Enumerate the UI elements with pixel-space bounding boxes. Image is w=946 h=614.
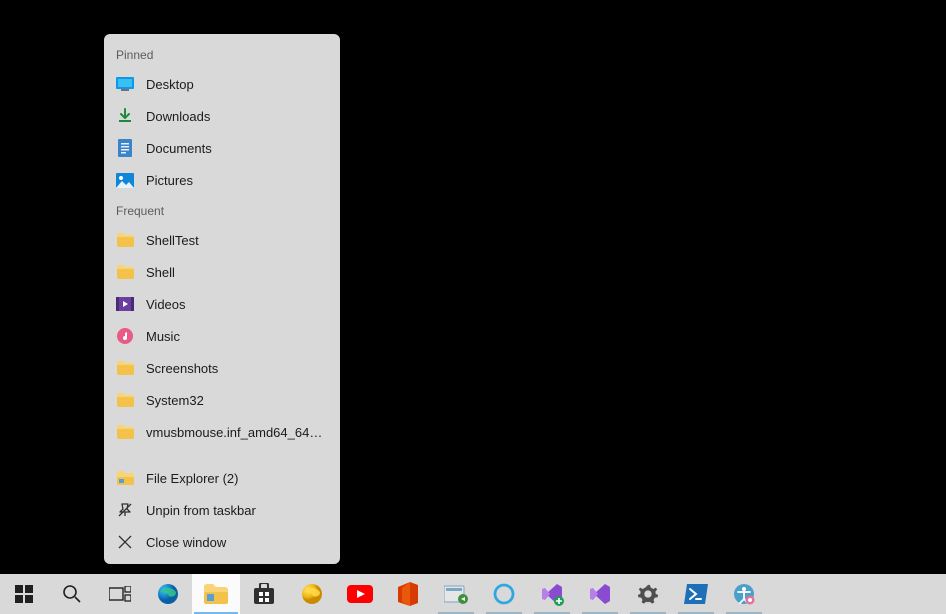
action-close-window[interactable]: Close window (104, 526, 340, 558)
taskbar (0, 574, 946, 614)
explorer-icon (116, 469, 134, 487)
pinned-item-label: Documents (146, 141, 328, 156)
folder-icon (116, 391, 134, 409)
taskbar-app-cortana[interactable] (480, 574, 528, 614)
frequent-item-label: ShellTest (146, 233, 328, 248)
office-icon (398, 582, 418, 606)
explorer-icon (204, 584, 228, 604)
frequent-item-screenshots[interactable]: Screenshots (104, 352, 340, 384)
taskbar-app-edge[interactable] (144, 574, 192, 614)
taskbar-app-microsoft-store[interactable] (240, 574, 288, 614)
folder-icon (116, 263, 134, 281)
pinned-item-pictures[interactable]: Pictures (104, 164, 340, 196)
action-unpin[interactable]: Unpin from taskbar (104, 494, 340, 526)
pinned-item-desktop[interactable]: Desktop (104, 68, 340, 100)
pinned-header: Pinned (104, 40, 340, 68)
frequent-item-label: vmusbmouse.inf_amd64_64ac7a0a... (146, 425, 328, 440)
taskbar-app-edge-canary[interactable] (288, 574, 336, 614)
videos-icon (116, 295, 134, 313)
taskbar-app-office[interactable] (384, 574, 432, 614)
edge-icon (156, 582, 180, 606)
music-icon (116, 327, 134, 345)
folder-icon (116, 231, 134, 249)
gear-icon (637, 583, 659, 605)
edge-canary-icon (300, 582, 324, 606)
action-label: Unpin from taskbar (146, 503, 328, 518)
action-file-explorer[interactable]: File Explorer (2) (104, 462, 340, 494)
pinned-item-documents[interactable]: Documents (104, 132, 340, 164)
frequent-item-system32[interactable]: System32 (104, 384, 340, 416)
visual-studio-icon (540, 582, 564, 606)
powershell-icon (684, 584, 708, 604)
taskbar-app-visual-studio-1[interactable] (528, 574, 576, 614)
frequent-item-music[interactable]: Music (104, 320, 340, 352)
frequent-item-vmusbmouse[interactable]: vmusbmouse.inf_amd64_64ac7a0a... (104, 416, 340, 448)
taskbar-app-steps-recorder[interactable] (432, 574, 480, 614)
taskbar-app-settings[interactable] (624, 574, 672, 614)
cortana-icon (493, 583, 515, 605)
search-icon (62, 584, 82, 604)
pinned-item-label: Desktop (146, 77, 328, 92)
separator (104, 448, 340, 462)
action-label: File Explorer (2) (146, 471, 328, 486)
pinned-item-label: Downloads (146, 109, 328, 124)
taskbar-app-visual-studio-2[interactable] (576, 574, 624, 614)
pinned-item-downloads[interactable]: Downloads (104, 100, 340, 132)
frequent-item-label: Screenshots (146, 361, 328, 376)
task-view-icon (109, 586, 131, 602)
frequent-item-shelltest[interactable]: ShellTest (104, 224, 340, 256)
taskbar-app-accessibility-insights[interactable] (720, 574, 768, 614)
windows-logo-icon (15, 585, 33, 603)
youtube-icon (347, 585, 373, 603)
frequent-item-videos[interactable]: Videos (104, 288, 340, 320)
taskbar-app-youtube[interactable] (336, 574, 384, 614)
task-view-button[interactable] (96, 574, 144, 614)
frequent-header: Frequent (104, 196, 340, 224)
pinned-item-label: Pictures (146, 173, 328, 188)
frequent-item-label: System32 (146, 393, 328, 408)
frequent-item-label: Music (146, 329, 328, 344)
store-icon (253, 583, 275, 605)
taskbar-app-file-explorer[interactable] (192, 574, 240, 614)
folder-icon (116, 423, 134, 441)
accessibility-insights-icon (733, 583, 755, 605)
desktop-icon (116, 75, 134, 93)
taskbar-app-powershell[interactable] (672, 574, 720, 614)
unpin-icon (116, 501, 134, 519)
action-label: Close window (146, 535, 328, 550)
steps-recorder-icon (444, 584, 468, 604)
pictures-icon (116, 171, 134, 189)
folder-icon (116, 359, 134, 377)
frequent-item-label: Videos (146, 297, 328, 312)
search-button[interactable] (48, 574, 96, 614)
frequent-item-shell[interactable]: Shell (104, 256, 340, 288)
close-icon (116, 533, 134, 551)
frequent-item-label: Shell (146, 265, 328, 280)
start-button[interactable] (0, 574, 48, 614)
jumplist: Pinned Desktop Downloads Documents Pictu… (104, 34, 340, 564)
download-icon (116, 107, 134, 125)
documents-icon (116, 139, 134, 157)
visual-studio-icon (588, 582, 612, 606)
